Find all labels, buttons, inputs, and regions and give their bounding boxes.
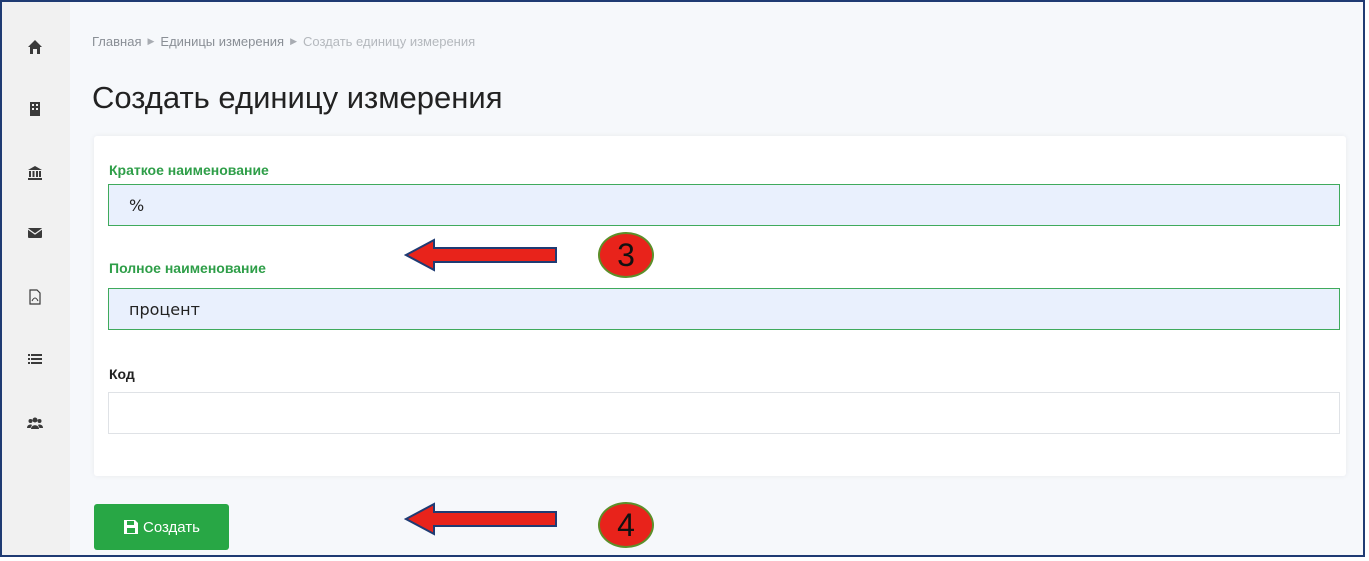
code-input[interactable] (108, 392, 1340, 434)
annotation-arrow-left-icon (404, 238, 557, 272)
bank-icon[interactable] (24, 162, 46, 184)
breadcrumb: Главная ▶ Единицы измерения ▶ Создать ед… (92, 34, 475, 49)
list-icon[interactable] (24, 348, 46, 370)
code-label: Код (109, 366, 135, 382)
chevron-right-icon: ▶ (290, 36, 298, 46)
building-icon[interactable] (24, 98, 46, 120)
breadcrumb-current: Создать единицу измерения (303, 34, 476, 49)
home-icon[interactable] (24, 36, 46, 58)
breadcrumb-units[interactable]: Единицы измерения (160, 34, 284, 49)
full-name-input[interactable]: процент (108, 288, 1340, 330)
short-name-label: Краткое наименование (109, 162, 269, 178)
annotation-badge-4: 4 (598, 502, 654, 548)
users-icon[interactable] (24, 412, 46, 434)
pdf-icon[interactable] (24, 286, 46, 308)
annotation-arrow-left-icon (404, 502, 557, 536)
create-button[interactable]: Создать (94, 504, 229, 550)
create-button-label: Создать (142, 518, 200, 536)
annotation-badge-3: 3 (598, 232, 654, 278)
sidebar (2, 2, 71, 555)
short-name-input[interactable]: % (108, 184, 1340, 226)
save-icon (123, 520, 138, 534)
app-frame: Главная ▶ Единицы измерения ▶ Создать ед… (0, 0, 1365, 557)
form-card: Краткое наименование % Полное наименован… (94, 136, 1346, 476)
main-content: Главная ▶ Единицы измерения ▶ Создать ед… (70, 2, 1363, 555)
chevron-right-icon: ▶ (147, 36, 155, 46)
full-name-label: Полное наименование (109, 260, 266, 276)
envelope-icon[interactable] (24, 222, 46, 244)
page-title: Создать единицу измерения (92, 80, 503, 115)
breadcrumb-home[interactable]: Главная (92, 34, 141, 49)
